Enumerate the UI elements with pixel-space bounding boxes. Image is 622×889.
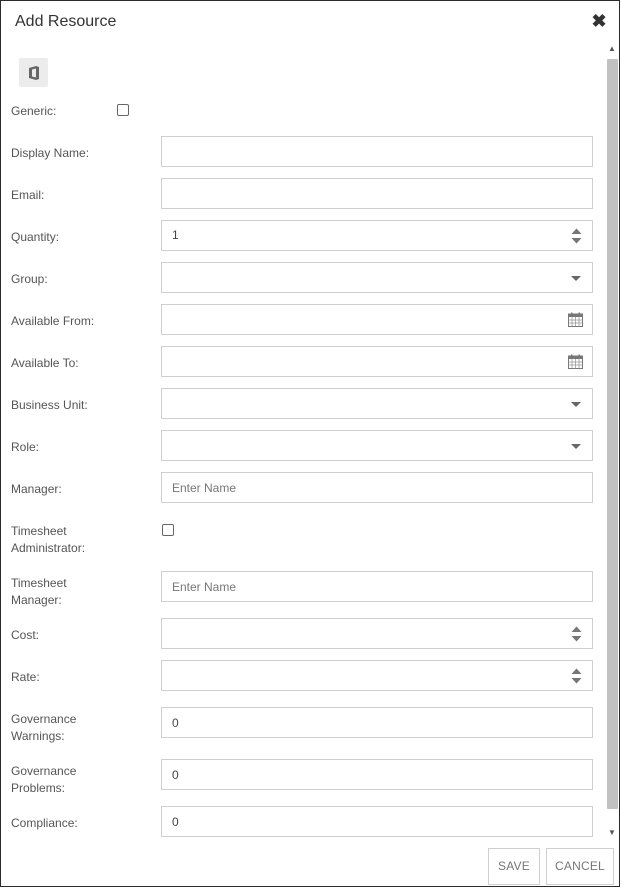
chevron-down-icon[interactable]: [571, 276, 581, 281]
scrollbar[interactable]: ▲ ▼: [605, 43, 619, 839]
rate-label: Rate:: [11, 670, 40, 684]
display-name-label: Display Name:: [11, 146, 90, 160]
governance-warnings-label-line2: Warnings:: [11, 729, 65, 743]
chevron-down-icon[interactable]: [571, 402, 581, 407]
scroll-down-icon[interactable]: ▼: [605, 827, 619, 839]
timesheet-administrator-label-line1: Timesheet: [11, 524, 67, 538]
governance-warnings-input[interactable]: [161, 707, 593, 738]
manager-input[interactable]: [161, 472, 593, 503]
group-label: Group:: [11, 272, 48, 286]
timesheet-administrator-checkbox[interactable]: [162, 524, 174, 536]
governance-problems-label-line1: Governance: [11, 764, 77, 778]
quantity-stepper[interactable]: 1: [161, 220, 593, 251]
governance-warnings-label: Governance Warnings:: [11, 711, 76, 745]
available-from-label: Available From:: [11, 314, 95, 328]
role-label: Role:: [11, 440, 40, 454]
governance-warnings-label-line1: Governance: [11, 712, 77, 726]
quantity-value: 1: [172, 228, 179, 242]
available-to-label: Available To:: [11, 356, 79, 370]
role-select[interactable]: [161, 430, 593, 461]
spinner-arrows-icon[interactable]: [571, 227, 582, 245]
office-button[interactable]: [19, 58, 48, 87]
cancel-button[interactable]: CANCEL: [546, 848, 614, 885]
governance-problems-label: Governance Problems:: [11, 763, 76, 797]
manager-label: Manager:: [11, 482, 62, 496]
rate-stepper[interactable]: [161, 660, 593, 691]
timesheet-manager-label-line1: Timesheet: [11, 576, 67, 590]
email-label: Email:: [11, 188, 45, 202]
generic-label: Generic:: [11, 104, 57, 118]
timesheet-administrator-label-line2: Administrator:: [11, 541, 86, 555]
available-from-datepicker[interactable]: [161, 304, 593, 335]
cost-label: Cost:: [11, 628, 40, 642]
spinner-arrows-icon[interactable]: [571, 625, 582, 643]
compliance-input[interactable]: [161, 806, 593, 837]
chevron-down-icon[interactable]: [571, 444, 581, 449]
dialog-title: Add Resource: [15, 13, 117, 30]
calendar-icon[interactable]: [568, 354, 583, 369]
email-input[interactable]: [161, 178, 593, 209]
display-name-input[interactable]: [161, 136, 593, 167]
business-unit-label: Business Unit:: [11, 398, 88, 412]
calendar-icon[interactable]: [568, 312, 583, 327]
governance-problems-label-line2: Problems:: [11, 781, 66, 795]
quantity-label: Quantity:: [11, 230, 60, 244]
scrollbar-thumb[interactable]: [607, 59, 618, 809]
governance-problems-input[interactable]: [161, 759, 593, 790]
close-icon[interactable]: ✖: [591, 11, 607, 31]
add-resource-dialog: Add Resource ✖ ▲ ▼ Generic: Display Name…: [0, 0, 620, 887]
scroll-up-icon[interactable]: ▲: [605, 43, 619, 55]
business-unit-select[interactable]: [161, 388, 593, 419]
compliance-label: Compliance:: [11, 816, 78, 830]
timesheet-manager-label-line2: Manager:: [11, 593, 62, 607]
timesheet-manager-input[interactable]: [161, 571, 593, 602]
timesheet-administrator-label: Timesheet Administrator:: [11, 523, 85, 557]
available-to-datepicker[interactable]: [161, 346, 593, 377]
timesheet-manager-label: Timesheet Manager:: [11, 575, 67, 609]
save-button[interactable]: SAVE: [488, 848, 540, 885]
group-select[interactable]: [161, 262, 593, 293]
office-icon: [28, 65, 39, 80]
generic-checkbox[interactable]: [117, 104, 129, 116]
spinner-arrows-icon[interactable]: [571, 667, 582, 685]
cost-stepper[interactable]: [161, 618, 593, 649]
